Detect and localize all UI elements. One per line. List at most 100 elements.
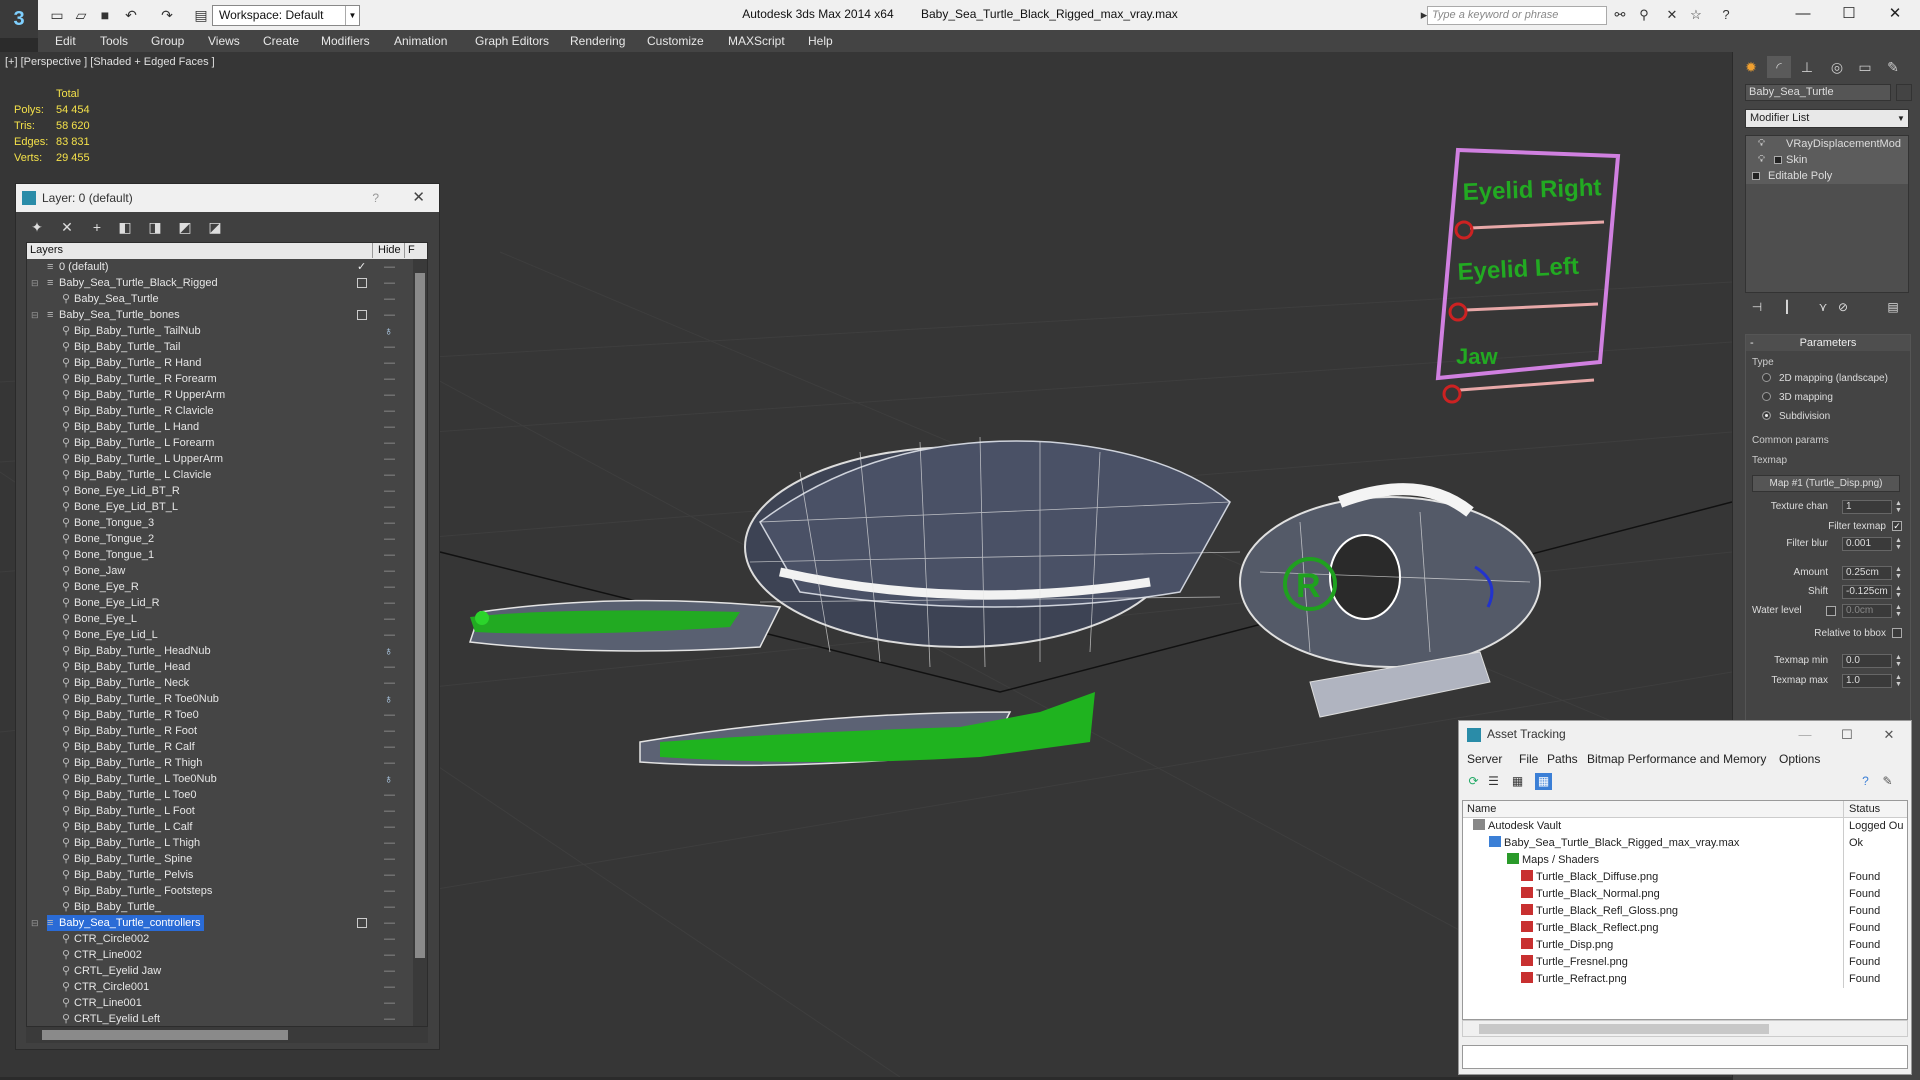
hide-toggle[interactable]: — [384, 499, 395, 515]
spinner-arrows-icon[interactable]: ▲ ▼ [1895, 654, 1902, 668]
minimize-button[interactable]: — [1780, 0, 1826, 30]
refresh-icon[interactable]: ⟳ [1465, 773, 1482, 790]
layer-object-row[interactable]: ⚲ Bip_Baby_Turtle_ Footsteps — [27, 883, 427, 899]
menu-bitmap-performance[interactable]: Bitmap Performance and Memory [1587, 752, 1766, 766]
menu-paths[interactable]: Paths [1547, 752, 1578, 766]
layer-object-row[interactable]: ⚲ Bip_Baby_Turtle_ HeadNub ♁ [27, 643, 427, 659]
menu-file[interactable]: File [1519, 752, 1538, 766]
layer-object-row[interactable]: ⚲ Bip_Baby_Turtle_ R Thigh — [27, 755, 427, 771]
asset-row[interactable]: Baby_Sea_Turtle_Black_Rigged_max_vray.ma… [1463, 835, 1907, 852]
subscription-icon[interactable]: ⚲ [1636, 7, 1652, 23]
modify-tab-icon[interactable]: ◜ [1767, 56, 1791, 78]
hide-toggle[interactable]: — [384, 291, 395, 307]
set-current-checkbox[interactable] [357, 278, 367, 288]
hide-all-icon[interactable]: ◩ [176, 218, 194, 236]
layer-object-row[interactable]: ⚲ Bip_Baby_Turtle_ R UpperArm — [27, 387, 427, 403]
spinner-arrows-icon[interactable]: ▲ ▼ [1895, 585, 1902, 599]
asset-row[interactable]: Turtle_Disp.png Found [1463, 937, 1907, 954]
hide-toggle[interactable]: — [384, 1011, 395, 1026]
layer-row[interactable]: ≡ 0 (default) ✓ — [27, 259, 427, 275]
make-unique-icon[interactable]: ⋎ [1813, 300, 1833, 318]
layer-object-row[interactable]: ⚲ Bip_Baby_Turtle_ R Hand — [27, 355, 427, 371]
menu-group[interactable]: Group [151, 34, 184, 48]
layer-object-row[interactable]: ⚲ Bip_Baby_Turtle_ Pelvis — [27, 867, 427, 883]
minimize-button[interactable]: — [1785, 721, 1825, 748]
menu-rendering[interactable]: Rendering [570, 34, 625, 48]
hide-toggle[interactable]: — [384, 947, 395, 963]
layer-object-row[interactable]: ⚲ Bone_Eye_Lid_BT_R — [27, 483, 427, 499]
parameters-rollout-header[interactable]: - Parameters [1746, 335, 1910, 351]
stack-item[interactable]: Editable Poly [1746, 168, 1908, 184]
hide-toggle[interactable]: — [384, 563, 395, 579]
filter-texmap-checkbox[interactable]: ✓ [1892, 521, 1902, 531]
filter-blur-spinner[interactable]: 0.001 [1842, 537, 1892, 551]
hide-toggle[interactable]: — [384, 419, 395, 435]
hide-toggle[interactable]: — [384, 307, 395, 323]
hide-toggle[interactable]: — [384, 979, 395, 995]
menu-maxscript[interactable]: MAXScript [728, 34, 785, 48]
layer-object-row[interactable]: ⚲ Bip_Baby_Turtle_ L Clavicle — [27, 467, 427, 483]
detail-view-icon[interactable]: ▦ [1509, 773, 1526, 790]
horizontal-scrollbar[interactable] [26, 1027, 428, 1043]
object-color-swatch[interactable] [1896, 84, 1912, 101]
modifier-stack[interactable]: 💡︎ VRayDisplacementMod 💡︎ Skin Editable Po… [1745, 135, 1909, 293]
add-to-layer-icon[interactable]: + [88, 218, 106, 236]
menu-animation[interactable]: Animation [394, 34, 447, 48]
layer-object-row[interactable]: ⚲ Bone_Tongue_3 — [27, 515, 427, 531]
hide-toggle[interactable]: — [384, 931, 395, 947]
menu-create[interactable]: Create [263, 34, 299, 48]
column-status[interactable]: Status [1843, 801, 1907, 818]
hide-toggle[interactable]: — [384, 803, 395, 819]
layer-object-row[interactable]: ⚲ Bip_Baby_Turtle_ L UpperArm — [27, 451, 427, 467]
table-view-icon[interactable]: ▦ [1535, 773, 1552, 790]
layer-object-row[interactable]: ⚲ CRTL_Eyelid Jaw — [27, 963, 427, 979]
pin-icon[interactable]: ✎ [1879, 773, 1896, 790]
layer-manager-titlebar[interactable]: Layer: 0 (default) ? ✕ [16, 184, 439, 212]
menu-server[interactable]: Server [1467, 752, 1502, 766]
app-logo-icon[interactable]: 3 [0, 0, 38, 38]
relative-bbox-checkbox[interactable] [1892, 628, 1902, 638]
set-current-checkbox[interactable] [357, 918, 367, 928]
hierarchy-tab-icon[interactable]: ⊥ [1795, 56, 1819, 78]
layer-object-row[interactable]: ⚲ Bip_Baby_Turtle_ R Foot — [27, 723, 427, 739]
lightbulb-icon[interactable]: ♁ [384, 643, 393, 659]
hide-toggle[interactable]: — [384, 659, 395, 675]
column-name[interactable]: Name [1467, 801, 1496, 818]
turtle-mesh[interactable] [468, 436, 1541, 767]
vertical-scrollbar[interactable] [413, 259, 427, 1026]
layer-object-row[interactable]: ⚲ Bip_Baby_Turtle_ — [27, 899, 427, 915]
amount-spinner[interactable]: 0.25cm [1842, 566, 1892, 580]
hide-toggle[interactable]: — [384, 451, 395, 467]
radio-2d-mapping[interactable]: 2D mapping (landscape) [1762, 373, 1888, 384]
spinner-arrows-icon[interactable]: ▲ ▼ [1895, 500, 1902, 514]
layer-object-row[interactable]: ⚲ Bip_Baby_Turtle_ Tail — [27, 339, 427, 355]
help-icon[interactable]: ? [1718, 7, 1734, 23]
layer-object-row[interactable]: ⚲ Bip_Baby_Turtle_ R Toe0 — [27, 707, 427, 723]
layer-object-row[interactable]: ⚲ Bone_Jaw — [27, 563, 427, 579]
lightbulb-icon[interactable]: ♁ [384, 323, 393, 339]
favorites-star-icon[interactable]: ☆ [1688, 7, 1704, 23]
scrollbar-thumb[interactable] [415, 273, 425, 958]
freeze-all-icon[interactable]: ◪ [206, 218, 224, 236]
hide-toggle[interactable]: — [384, 531, 395, 547]
layer-object-row[interactable]: ⚲ Bip_Baby_Turtle_ L Toe0Nub ♁ [27, 771, 427, 787]
menu-modifiers[interactable]: Modifiers [321, 34, 370, 48]
hide-toggle[interactable]: — [384, 883, 395, 899]
layer-row[interactable]: ⊟ ≡ Baby_Sea_Turtle_controllers — [27, 915, 427, 931]
lightbulb-icon[interactable]: ♁ [384, 771, 393, 787]
close-button[interactable]: ✕ [1869, 721, 1909, 748]
asset-path-field[interactable] [1462, 1045, 1908, 1069]
hide-toggle[interactable]: — [384, 915, 395, 931]
asset-table[interactable]: Name Status Autodesk Vault Logged Ou Baby_… [1462, 800, 1908, 1020]
maximize-button[interactable]: ☐ [1827, 721, 1867, 748]
layer-object-row[interactable]: ⚲ CTR_Line001 — [27, 995, 427, 1011]
scrollbar-thumb[interactable] [1479, 1024, 1769, 1034]
layer-object-row[interactable]: ⚲ Bone_Eye_Lid_BT_L — [27, 499, 427, 515]
hide-toggle[interactable]: — [384, 259, 395, 275]
layer-object-row[interactable]: ⚲ Bip_Baby_Turtle_ R Calf — [27, 739, 427, 755]
texture-chan-spinner[interactable]: 1 [1842, 500, 1892, 514]
layer-row[interactable]: ⊟ ≡ Baby_Sea_Turtle_bones — [27, 307, 427, 323]
object-name-field[interactable]: Baby_Sea_Turtle [1745, 84, 1891, 101]
gizmo-panel[interactable]: Eyelid Right Eyelid Left Jaw [1435, 147, 1621, 404]
create-tab-icon[interactable]: ✹ [1739, 56, 1763, 78]
